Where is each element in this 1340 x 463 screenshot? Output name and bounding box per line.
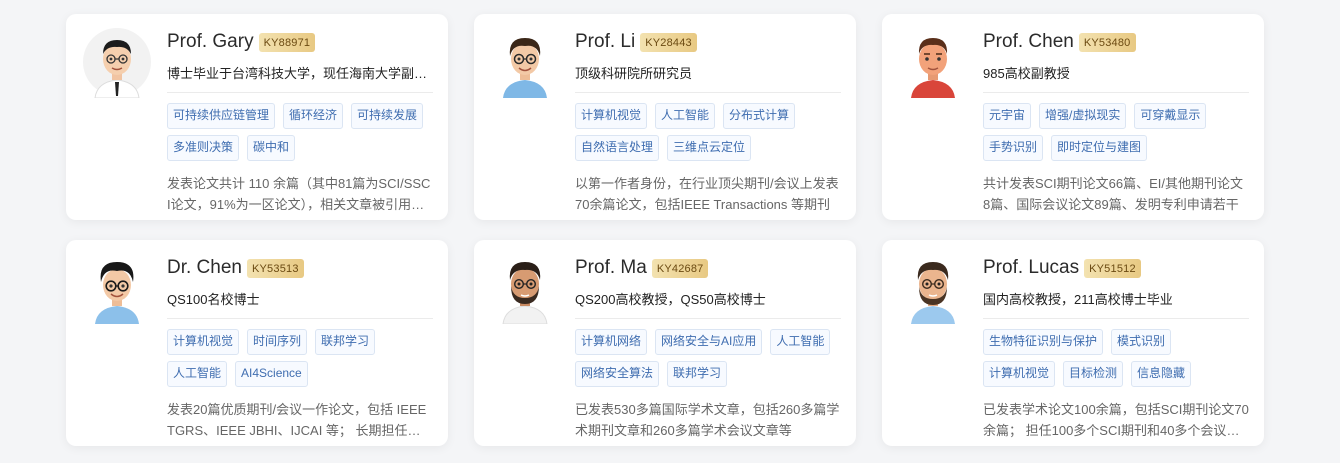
tag[interactable]: AI4Science [235,361,308,387]
avatar [81,252,153,324]
tag-list: 生物特征识别与保护 模式识别 计算机视觉 目标检测 信息隐藏 [983,329,1249,387]
tag[interactable]: 目标检测 [1063,361,1124,387]
tag[interactable]: 增强/虚拟现实 [1039,103,1127,129]
expert-code-badge: KY42687 [651,258,709,278]
tag[interactable]: 联邦学习 [667,361,728,387]
tag[interactable]: 可持续发展 [351,103,424,129]
expert-title: QS200高校教授，QS50高校博士 [575,289,841,319]
expert-description: 发表20篇优质期刊/会议一作论文，包括 IEEE TGRS、IEEE JBHI、… [167,402,427,438]
tag[interactable]: 人工智能 [770,329,831,355]
tag[interactable]: 时间序列 [247,329,308,355]
expert-title: 博士毕业于台湾科技大学，现任海南大学副教授 [167,63,433,93]
tag[interactable]: 可穿戴显示 [1134,103,1207,129]
expert-code-badge: KY28443 [640,32,697,52]
tag-list: 可持续供应链管理 循环经济 可持续发展 多准则决策 碳中和 [167,103,433,161]
expert-card[interactable]: Prof. Li KY28443 顶级科研院所研究员 计算机视觉 人工智能 分布… [474,14,856,220]
expert-name[interactable]: Prof. Li [575,31,635,53]
tag-list: 计算机视觉 人工智能 分布式计算 自然语言处理 三维点云定位 [575,103,841,161]
tag[interactable]: 人工智能 [167,361,228,387]
tag[interactable]: 计算机视觉 [575,103,648,129]
expert-title: 顶级科研院所研究员 [575,63,841,93]
tag[interactable]: 元宇宙 [983,103,1032,129]
expert-description: 以第一作者身份，在行业顶尖期刊/会议上发表70余篇论文，包括IEEE Trans… [575,176,839,212]
tag-list: 计算机网络 网络安全与AI应用 人工智能 网络安全算法 联邦学习 [575,329,841,387]
expert-code-badge: KY53513 [246,258,304,278]
avatar [489,252,561,324]
tag[interactable]: 分布式计算 [723,103,796,129]
tag[interactable]: 手势识别 [983,135,1044,161]
expert-card[interactable]: Prof. Chen KY53480 985高校副教授 元宇宙 增强/虚拟现实 … [882,14,1264,220]
tag[interactable]: 模式识别 [1111,329,1172,355]
avatar [897,252,969,324]
tag[interactable]: 即时定位与建图 [1051,135,1148,161]
expert-card[interactable]: Dr. Chen KY53513 QS100名校博士 计算机视觉 时间序列 联邦… [66,240,448,446]
expert-title: QS100名校博士 [167,289,433,319]
expert-name[interactable]: Prof. Lucas [983,257,1079,279]
expert-title: 国内高校教授，211高校博士毕业 [983,289,1249,319]
expert-description: 已发表学术论文100余篇，包括SCI期刊论文70余篇； 担任100多个SCI期刊… [983,402,1249,438]
expert-name[interactable]: Dr. Chen [167,257,242,279]
expert-code-badge: KY51512 [1084,258,1141,278]
tag[interactable]: 计算机网络 [575,329,648,355]
avatar [489,26,561,98]
tag[interactable]: 循环经济 [283,103,344,129]
expert-code-badge: KY88971 [258,32,316,52]
expert-name[interactable]: Prof. Gary [167,31,254,53]
expert-name[interactable]: Prof. Ma [575,257,647,279]
expert-card[interactable]: Prof. Gary KY88971 博士毕业于台湾科技大学，现任海南大学副教授… [66,14,448,220]
tag[interactable]: 自然语言处理 [575,135,660,161]
tag[interactable]: 网络安全与AI应用 [655,329,763,355]
tag[interactable]: 可持续供应链管理 [167,103,276,129]
tag[interactable]: 人工智能 [655,103,716,129]
tag-list: 计算机视觉 时间序列 联邦学习 人工智能 AI4Science [167,329,433,387]
expert-description: 发表论文共计 110 余篇（其中81篇为SCI/SSCI论文，91%为一区论文）… [167,176,431,212]
tag[interactable]: 三维点云定位 [667,135,752,161]
tag[interactable]: 信息隐藏 [1131,361,1192,387]
tag[interactable]: 联邦学习 [315,329,376,355]
tag[interactable]: 生物特征识别与保护 [983,329,1104,355]
tag[interactable]: 网络安全算法 [575,361,660,387]
tag[interactable]: 多准则决策 [167,135,240,161]
avatar [897,26,969,98]
avatar [81,26,153,98]
tag[interactable]: 计算机视觉 [167,329,240,355]
expert-name[interactable]: Prof. Chen [983,31,1074,53]
tag[interactable]: 计算机视觉 [983,361,1056,387]
expert-description: 共计发表SCI期刊论文66篇、EI/其他期刊论文8篇、国际会议论文89篇、发明专… [983,176,1244,212]
expert-grid: Prof. Gary KY88971 博士毕业于台湾科技大学，现任海南大学副教授… [66,14,1264,446]
expert-title: 985高校副教授 [983,63,1249,93]
expert-card[interactable]: Prof. Ma KY42687 QS200高校教授，QS50高校博士 计算机网… [474,240,856,446]
expert-code-badge: KY53480 [1078,32,1136,52]
tag[interactable]: 碳中和 [247,135,296,161]
tag-list: 元宇宙 增强/虚拟现实 可穿戴显示 手势识别 即时定位与建图 [983,103,1249,161]
expert-description: 已发表530多篇国际学术文章，包括260多篇学术期刊文章和260多篇学术会议文章… [575,402,840,438]
expert-card[interactable]: Prof. Lucas KY51512 国内高校教授，211高校博士毕业 生物特… [882,240,1264,446]
